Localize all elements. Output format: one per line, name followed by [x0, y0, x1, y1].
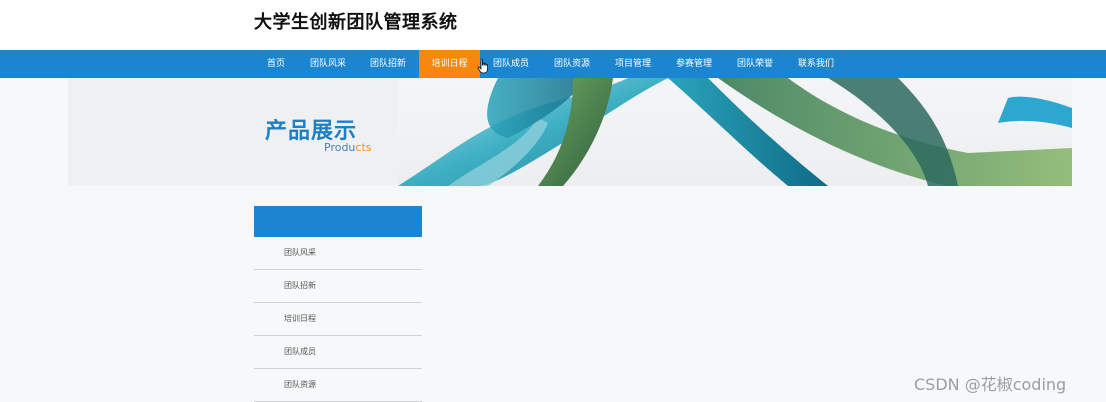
banner-title-en-main: Produ [324, 141, 356, 154]
sidebar-header [254, 206, 422, 237]
nav-item-team-resources[interactable]: 团队资源 [547, 50, 597, 78]
sidebar-item-team-recruit[interactable]: 团队招新 [254, 270, 422, 303]
nav-item-team-style[interactable]: 团队风采 [303, 50, 353, 78]
nav-item-contact-us[interactable]: 联系我们 [791, 50, 841, 78]
sidebar-item-team-members[interactable]: 团队成员 [254, 336, 422, 369]
nav-item-competition-management[interactable]: 参赛管理 [669, 50, 719, 78]
banner-title-en-accent: cts [355, 141, 372, 154]
hand-pointer-icon [477, 58, 488, 74]
nav-item-project-management[interactable]: 项目管理 [608, 50, 658, 78]
nav-item-training-schedule[interactable]: 培训日程 [419, 50, 480, 78]
sidebar-item-training-schedule[interactable]: 培训日程 [254, 303, 422, 336]
sidebar-item-team-style[interactable]: 团队风采 [254, 237, 422, 270]
dna-helix-illustration [68, 78, 1072, 186]
csdn-watermark: CSDN @花椒coding [914, 375, 1067, 394]
sidebar: 团队风采 团队招新 培训日程 团队成员 团队资源 [254, 206, 422, 402]
site-title: 大学生创新团队管理系统 [254, 12, 458, 33]
nav-item-team-members[interactable]: 团队成员 [486, 50, 536, 78]
nav-item-team-honors[interactable]: 团队荣誉 [730, 50, 780, 78]
nav-item-team-recruit[interactable]: 团队招新 [363, 50, 413, 78]
main-navbar: 首页 团队风采 团队招新 培训日程 团队成员 团队资源 项目管理 参赛管理 团队… [0, 50, 1106, 78]
sidebar-item-team-resources[interactable]: 团队资源 [254, 369, 422, 402]
banner-title-en: Products [324, 141, 372, 154]
nav-item-home[interactable]: 首页 [258, 50, 294, 78]
page-banner: 产品展示 Products [68, 78, 1072, 186]
site-header: 大学生创新团队管理系统 [0, 0, 1106, 50]
